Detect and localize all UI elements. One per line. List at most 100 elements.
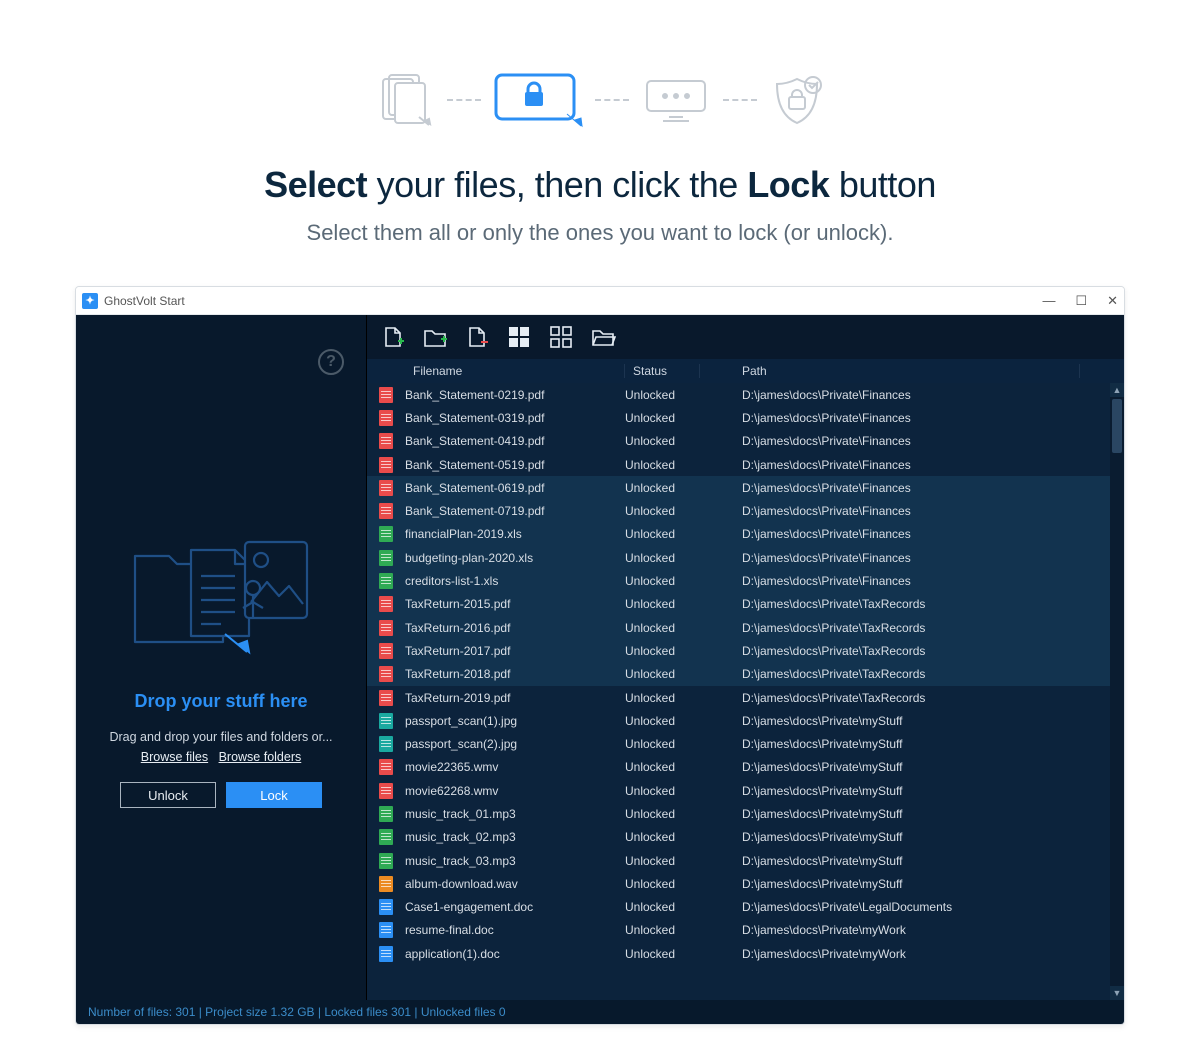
table-row[interactable]: application(1).docUnlockedD:\james\docs\… bbox=[367, 942, 1110, 965]
table-row[interactable]: album-download.wavUnlockedD:\james\docs\… bbox=[367, 872, 1110, 895]
cell-path: D:\james\docs\Private\TaxRecords bbox=[700, 667, 1110, 681]
add-file-button[interactable] bbox=[379, 323, 407, 351]
unlock-button[interactable]: Unlock bbox=[120, 782, 216, 808]
table-row[interactable]: Bank_Statement-0319.pdfUnlockedD:\james\… bbox=[367, 406, 1110, 429]
file-icon bbox=[379, 853, 393, 869]
table-row[interactable]: music_track_01.mp3UnlockedD:\james\docs\… bbox=[367, 802, 1110, 825]
cell-status: Unlocked bbox=[625, 551, 700, 565]
file-table: Bank_Statement-0219.pdfUnlockedD:\james\… bbox=[367, 383, 1110, 1000]
scroll-thumb[interactable] bbox=[1112, 399, 1122, 453]
table-row[interactable]: music_track_03.mp3UnlockedD:\james\docs\… bbox=[367, 849, 1110, 872]
table-row[interactable]: TaxReturn-2018.pdfUnlockedD:\james\docs\… bbox=[367, 663, 1110, 686]
table-row[interactable]: Bank_Statement-0719.pdfUnlockedD:\james\… bbox=[367, 499, 1110, 522]
table-row[interactable]: passport_scan(2).jpgUnlockedD:\james\doc… bbox=[367, 732, 1110, 755]
file-icon bbox=[379, 550, 393, 566]
cell-path: D:\james\docs\Private\myStuff bbox=[700, 737, 1110, 751]
cell-filename: music_track_03.mp3 bbox=[405, 854, 625, 868]
file-icon bbox=[379, 433, 393, 449]
add-folder-button[interactable] bbox=[421, 323, 449, 351]
col-header-filename[interactable]: Filename bbox=[405, 364, 625, 378]
step-divider bbox=[447, 99, 481, 101]
view-small-icons-button[interactable] bbox=[547, 323, 575, 351]
cell-path: D:\james\docs\Private\Finances bbox=[700, 527, 1110, 541]
toolbar bbox=[367, 315, 1124, 359]
cell-status: Unlocked bbox=[625, 644, 700, 658]
cell-path: D:\james\docs\Private\TaxRecords bbox=[700, 691, 1110, 705]
table-row[interactable]: Bank_Statement-0519.pdfUnlockedD:\james\… bbox=[367, 453, 1110, 476]
window-minimize-button[interactable]: — bbox=[1042, 293, 1055, 309]
table-row[interactable]: TaxReturn-2015.pdfUnlockedD:\james\docs\… bbox=[367, 593, 1110, 616]
cell-filename: movie22365.wmv bbox=[405, 760, 625, 774]
cell-path: D:\james\docs\Private\TaxRecords bbox=[700, 597, 1110, 611]
table-header: Filename Status Path bbox=[367, 359, 1124, 383]
cell-status: Unlocked bbox=[625, 947, 700, 961]
table-row[interactable]: financialPlan-2019.xlsUnlockedD:\james\d… bbox=[367, 523, 1110, 546]
table-row[interactable]: creditors-list-1.xlsUnlockedD:\james\doc… bbox=[367, 569, 1110, 592]
cell-status: Unlocked bbox=[625, 877, 700, 891]
scroll-down-button[interactable]: ▼ bbox=[1110, 986, 1124, 1000]
cell-path: D:\james\docs\Private\Finances bbox=[700, 388, 1110, 402]
table-row[interactable]: TaxReturn-2016.pdfUnlockedD:\james\docs\… bbox=[367, 616, 1110, 639]
app-window: ✦ GhostVolt Start — ☐ ✕ ? bbox=[75, 286, 1125, 1025]
window-title: GhostVolt Start bbox=[104, 294, 185, 308]
window-close-button[interactable]: ✕ bbox=[1107, 293, 1118, 309]
cell-filename: TaxReturn-2016.pdf bbox=[405, 621, 625, 635]
file-icon bbox=[379, 620, 393, 636]
cell-path: D:\james\docs\Private\myStuff bbox=[700, 854, 1110, 868]
browse-files-link[interactable]: Browse files bbox=[141, 750, 208, 764]
drop-links: Browse files Browse folders bbox=[141, 750, 302, 764]
table-row[interactable]: Bank_Statement-0619.pdfUnlockedD:\james\… bbox=[367, 476, 1110, 499]
cell-status: Unlocked bbox=[625, 830, 700, 844]
table-row[interactable]: TaxReturn-2017.pdfUnlockedD:\james\docs\… bbox=[367, 639, 1110, 662]
cell-filename: passport_scan(1).jpg bbox=[405, 714, 625, 728]
table-row[interactable]: Bank_Statement-0219.pdfUnlockedD:\james\… bbox=[367, 383, 1110, 406]
cell-path: D:\james\docs\Private\TaxRecords bbox=[700, 644, 1110, 658]
browse-folders-link[interactable]: Browse folders bbox=[219, 750, 302, 764]
scrollbar[interactable]: ▲ ▼ bbox=[1110, 383, 1124, 1000]
file-icon bbox=[379, 713, 393, 729]
table-row[interactable]: resume-final.docUnlockedD:\james\docs\Pr… bbox=[367, 919, 1110, 942]
sidebar: ? bbox=[76, 315, 366, 1000]
help-icon[interactable]: ? bbox=[318, 349, 344, 375]
window-maximize-button[interactable]: ☐ bbox=[1075, 293, 1087, 309]
file-icon bbox=[379, 503, 393, 519]
table-row[interactable]: passport_scan(1).jpgUnlockedD:\james\doc… bbox=[367, 709, 1110, 732]
cell-status: Unlocked bbox=[625, 760, 700, 774]
cell-status: Unlocked bbox=[625, 527, 700, 541]
cell-filename: TaxReturn-2018.pdf bbox=[405, 667, 625, 681]
cell-filename: Bank_Statement-0419.pdf bbox=[405, 434, 625, 448]
cell-path: D:\james\docs\Private\LegalDocuments bbox=[700, 900, 1110, 914]
titlebar[interactable]: ✦ GhostVolt Start — ☐ ✕ bbox=[76, 287, 1124, 315]
lock-button[interactable]: Lock bbox=[226, 782, 322, 808]
table-row[interactable]: Bank_Statement-0419.pdfUnlockedD:\james\… bbox=[367, 430, 1110, 453]
drop-caption: Drag and drop your files and folders or.… bbox=[109, 730, 332, 744]
scroll-up-button[interactable]: ▲ bbox=[1110, 383, 1124, 397]
open-folder-button[interactable] bbox=[589, 323, 617, 351]
table-row[interactable]: movie62268.wmvUnlockedD:\james\docs\Priv… bbox=[367, 779, 1110, 802]
cell-path: D:\james\docs\Private\Finances bbox=[700, 434, 1110, 448]
cell-filename: music_track_01.mp3 bbox=[405, 807, 625, 821]
cell-path: D:\james\docs\Private\myWork bbox=[700, 923, 1110, 937]
cell-path: D:\james\docs\Private\myStuff bbox=[700, 807, 1110, 821]
file-icon bbox=[379, 410, 393, 426]
cell-status: Unlocked bbox=[625, 434, 700, 448]
table-row[interactable]: TaxReturn-2019.pdfUnlockedD:\james\docs\… bbox=[367, 686, 1110, 709]
headline: Select your files, then click the Lock b… bbox=[0, 164, 1200, 206]
cell-path: D:\james\docs\Private\myStuff bbox=[700, 877, 1110, 891]
table-row[interactable]: music_track_02.mp3UnlockedD:\james\docs\… bbox=[367, 826, 1110, 849]
cell-path: D:\james\docs\Private\Finances bbox=[700, 574, 1110, 588]
col-header-path[interactable]: Path bbox=[700, 364, 1080, 378]
cell-filename: TaxReturn-2017.pdf bbox=[405, 644, 625, 658]
file-icon bbox=[379, 526, 393, 542]
cell-path: D:\james\docs\Private\Finances bbox=[700, 411, 1110, 425]
col-header-status[interactable]: Status bbox=[625, 364, 700, 378]
table-row[interactable]: Case1-engagement.docUnlockedD:\james\doc… bbox=[367, 896, 1110, 919]
cell-status: Unlocked bbox=[625, 784, 700, 798]
table-row[interactable]: budgeting-plan-2020.xlsUnlockedD:\james\… bbox=[367, 546, 1110, 569]
file-icon bbox=[379, 690, 393, 706]
remove-file-button[interactable] bbox=[463, 323, 491, 351]
drop-title: Drop your stuff here bbox=[134, 691, 307, 712]
table-row[interactable]: movie22365.wmvUnlockedD:\james\docs\Priv… bbox=[367, 756, 1110, 779]
app-icon: ✦ bbox=[82, 293, 98, 309]
view-large-icons-button[interactable] bbox=[505, 323, 533, 351]
